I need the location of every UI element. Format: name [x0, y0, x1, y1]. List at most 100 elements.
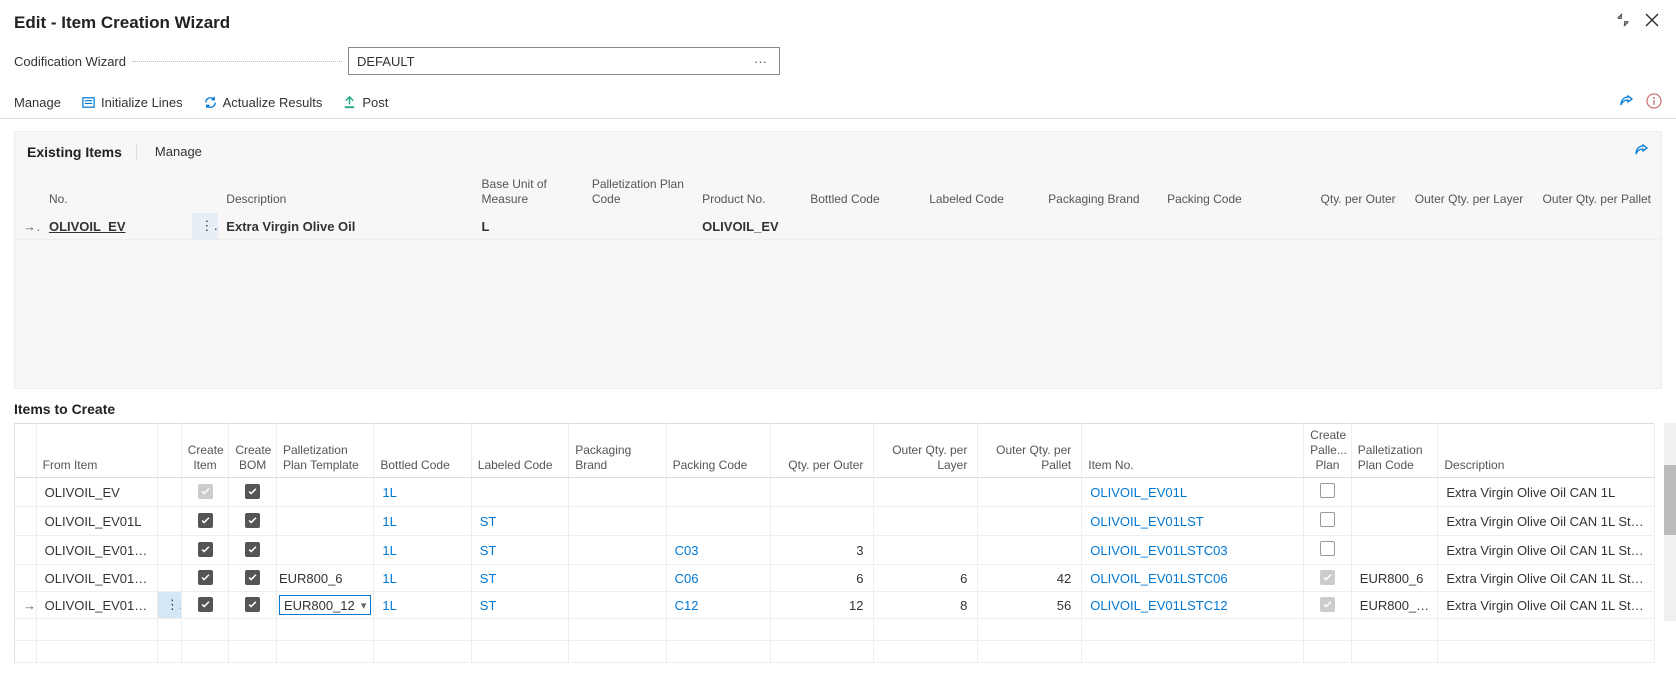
cell-create-item[interactable]	[181, 592, 229, 619]
col-prodno[interactable]: Product No.	[694, 171, 802, 213]
checkbox[interactable]	[245, 570, 260, 585]
col-pkg-brand[interactable]: Packaging Brand	[1040, 171, 1159, 213]
cell-opl[interactable]: 8	[874, 592, 978, 619]
cell-labeled[interactable]	[471, 478, 568, 507]
cell-ppt[interactable]: EUR800_6	[276, 565, 373, 592]
checkbox[interactable]	[245, 513, 260, 528]
cell-create-bom[interactable]	[229, 507, 277, 536]
col-desc[interactable]: Description	[218, 171, 473, 213]
close-icon[interactable]	[1644, 12, 1660, 33]
col-opp[interactable]: Outer Qty. per Pallet	[1533, 171, 1661, 213]
cell-qpo[interactable]: 12	[770, 592, 874, 619]
existing-items-share-icon[interactable]	[1633, 142, 1649, 161]
col-qpo[interactable]: Qty. per Outer	[1278, 171, 1406, 213]
cell-labeled[interactable]: ST	[471, 507, 568, 536]
gh-qpo[interactable]: Qty. per Outer	[770, 424, 874, 478]
col-bottled[interactable]: Bottled Code	[802, 171, 921, 213]
gh-item-no[interactable]: Item No.	[1082, 424, 1304, 478]
cell-from-item[interactable]: OLIVOIL_EV01LST	[36, 536, 157, 565]
cell-labeled[interactable]: ST	[471, 536, 568, 565]
cell-ppc[interactable]	[1351, 478, 1438, 507]
cell-create-item[interactable]	[181, 565, 229, 592]
grid-row[interactable]: OLIVOIL_EV01L 1L ST OLIVOIL_EV01LST Extr…	[15, 507, 1655, 536]
checkbox[interactable]	[198, 570, 213, 585]
cell-qpo[interactable]: 3	[770, 536, 874, 565]
row-menu-icon[interactable]: ⋮	[192, 213, 218, 240]
existing-items-manage-button[interactable]: Manage	[155, 144, 202, 159]
grid-row[interactable]: OLIVOIL_EV 1L OLIVOIL_EV01L Extra Virgin…	[15, 478, 1655, 507]
cell-cpp[interactable]	[1304, 507, 1352, 536]
cell-opl[interactable]	[874, 536, 978, 565]
cell-qpo[interactable]	[770, 478, 874, 507]
cell-opl[interactable]	[874, 478, 978, 507]
col-labeled[interactable]: Labeled Code	[921, 171, 1040, 213]
cell-pkg-brand[interactable]	[569, 507, 666, 536]
row-menu-icon[interactable]: ⋮	[157, 592, 181, 619]
cell-from-item[interactable]: OLIVOIL_EV01LST	[36, 592, 157, 619]
col-pkg-code[interactable]: Packing Code	[1159, 171, 1278, 213]
cell-labeled[interactable]: ST	[471, 592, 568, 619]
info-icon[interactable]	[1646, 93, 1662, 112]
cell-create-item[interactable]	[181, 478, 229, 507]
ppt-dropdown[interactable]: EUR800_12▾	[279, 595, 371, 615]
post-button[interactable]: Post	[342, 95, 388, 110]
cell-create-bom[interactable]	[229, 592, 277, 619]
cell-bottled[interactable]: 1L	[374, 592, 471, 619]
cell-ppc[interactable]	[1351, 507, 1438, 536]
cell-item-no[interactable]: OLIVOIL_EV01LSTC12	[1082, 592, 1304, 619]
cell-packing-code[interactable]: C03	[666, 536, 770, 565]
cell-cpp[interactable]	[1304, 592, 1352, 619]
cell-opp[interactable]: 56	[978, 592, 1082, 619]
cell-create-bom[interactable]	[229, 478, 277, 507]
gh-bottled[interactable]: Bottled Code	[374, 424, 471, 478]
cell-packing-code[interactable]	[666, 507, 770, 536]
gh-ppc[interactable]: Palletization Plan Code	[1351, 424, 1438, 478]
checkbox[interactable]	[1320, 570, 1335, 585]
cell-from-item[interactable]: OLIVOIL_EV	[36, 478, 157, 507]
gh-create-item[interactable]: Create Item	[181, 424, 229, 478]
cell-opl[interactable]: 6	[874, 565, 978, 592]
gh-create-bom[interactable]: Create BOM	[229, 424, 277, 478]
checkbox[interactable]	[1320, 483, 1335, 498]
cell-from-item[interactable]: OLIVOIL_EV01L	[36, 507, 157, 536]
cell-ppt[interactable]	[276, 478, 373, 507]
cell-pkg-brand[interactable]	[569, 536, 666, 565]
grid-row-empty[interactable]	[15, 619, 1655, 641]
cell-cpp[interactable]	[1304, 478, 1352, 507]
grid-row-empty[interactable]	[15, 641, 1655, 663]
cell-ppc[interactable]: EUR800_6	[1351, 565, 1438, 592]
cell-opl[interactable]	[874, 507, 978, 536]
cell-item-no[interactable]: OLIVOIL_EV01LST	[1082, 507, 1304, 536]
cell-create-bom[interactable]	[229, 536, 277, 565]
actualize-results-button[interactable]: Actualize Results	[203, 95, 323, 110]
cell-labeled[interactable]: ST	[471, 565, 568, 592]
col-opl[interactable]: Outer Qty. per Layer	[1406, 171, 1534, 213]
cell-create-bom[interactable]	[229, 565, 277, 592]
minimize-expand-icon[interactable]	[1616, 13, 1630, 32]
gh-desc[interactable]: Description	[1438, 424, 1655, 478]
cell-create-item[interactable]	[181, 536, 229, 565]
cell-cpp[interactable]	[1304, 565, 1352, 592]
checkbox[interactable]	[198, 484, 213, 499]
checkbox[interactable]	[245, 597, 260, 612]
checkbox[interactable]	[245, 542, 260, 557]
cell-create-item[interactable]	[181, 507, 229, 536]
col-ppc[interactable]: Palletization Plan Code	[584, 171, 694, 213]
cell-bottled[interactable]: 1L	[374, 507, 471, 536]
cell-ppt[interactable]	[276, 536, 373, 565]
cell-item-no[interactable]: OLIVOIL_EV01LSTC06	[1082, 565, 1304, 592]
cell-item-no[interactable]: OLIVOIL_EV01L	[1082, 478, 1304, 507]
existing-item-row[interactable]: → OLIVOIL_EV ⋮ Extra Virgin Olive Oil L …	[15, 213, 1661, 240]
cell-no[interactable]: OLIVOIL_EV	[41, 213, 192, 240]
cell-opp[interactable]	[978, 507, 1082, 536]
gh-packing-code[interactable]: Packing Code	[666, 424, 770, 478]
cell-ppc[interactable]: EUR800_12	[1351, 592, 1438, 619]
checkbox[interactable]	[198, 597, 213, 612]
cell-packing-code[interactable]: C12	[666, 592, 770, 619]
cell-packing-code[interactable]	[666, 478, 770, 507]
cell-pkg-brand[interactable]	[569, 592, 666, 619]
gh-opl[interactable]: Outer Qty. per Layer	[874, 424, 978, 478]
gh-pkg-brand[interactable]: Packaging Brand	[569, 424, 666, 478]
codification-input[interactable]: DEFAULT ···	[348, 47, 780, 75]
manage-button[interactable]: Manage	[14, 95, 61, 110]
